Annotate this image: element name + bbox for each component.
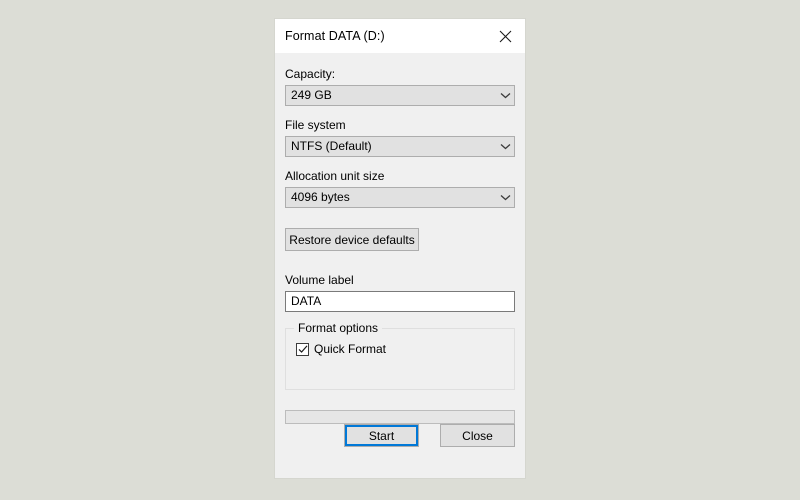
file-system-value: NTFS (Default) <box>291 139 372 153</box>
capacity-value: 249 GB <box>291 88 332 102</box>
file-system-label: File system <box>285 118 346 132</box>
chevron-down-icon <box>497 92 514 99</box>
volume-label-label: Volume label <box>285 273 354 287</box>
dialog-title: Format DATA (D:) <box>285 29 385 43</box>
progress-bar <box>285 410 515 424</box>
chevron-down-icon <box>497 194 514 201</box>
capacity-select[interactable]: 249 GB <box>285 85 515 106</box>
volume-label-input[interactable]: DATA <box>285 291 515 312</box>
quick-format-row[interactable]: Quick Format <box>296 342 514 356</box>
close-icon <box>499 30 512 43</box>
close-dialog-button[interactable]: Close <box>440 424 515 447</box>
capacity-label: Capacity: <box>285 67 336 81</box>
chevron-down-icon <box>497 143 514 150</box>
allocation-unit-size-value: 4096 bytes <box>291 190 350 204</box>
format-dialog: Format DATA (D:) Capacity: 249 GB File s… <box>275 19 525 478</box>
start-button[interactable]: Start <box>344 424 419 447</box>
format-options-legend: Format options <box>294 321 383 335</box>
allocation-unit-size-select[interactable]: 4096 bytes <box>285 187 515 208</box>
allocation-unit-size-label: Allocation unit size <box>285 169 385 183</box>
dialog-footer: Start Close <box>285 424 515 447</box>
quick-format-label: Quick Format <box>314 342 387 356</box>
checkmark-icon <box>298 345 308 354</box>
close-button[interactable] <box>485 19 525 53</box>
title-bar: Format DATA (D:) <box>275 19 525 53</box>
dialog-body: Capacity: 249 GB File system NTFS (Defau… <box>275 53 525 478</box>
file-system-select[interactable]: NTFS (Default) <box>285 136 515 157</box>
quick-format-checkbox[interactable] <box>296 342 309 356</box>
restore-device-defaults-button[interactable]: Restore device defaults <box>285 228 419 251</box>
format-options-group: Format options Quick Format <box>285 321 515 390</box>
